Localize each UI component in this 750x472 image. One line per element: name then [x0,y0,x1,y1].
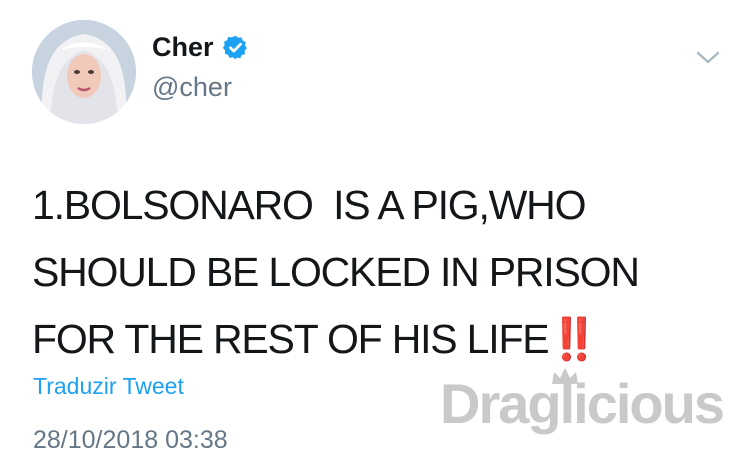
user-handle[interactable]: @cher [152,74,232,101]
translate-tweet-link[interactable]: Traduzir Tweet [33,375,184,398]
avatar[interactable] [32,20,136,124]
author-name-row[interactable]: Cher [152,34,249,61]
tweet-text: 1.BOLSONARO IS A PIG,WHO SHOULD BE LOCKE… [32,172,722,373]
display-name[interactable]: Cher [152,34,214,61]
watermark-logo: Draglicious [440,368,725,435]
chevron-down-icon[interactable] [695,44,721,70]
watermark-text: Draglicious [440,372,725,435]
avatar-image [32,20,136,124]
crown-icon [552,368,578,384]
double-exclamation-emoji: ‼️ [548,316,600,362]
tweet-timestamp[interactable]: 28/10/2018 03:38 [33,428,228,453]
verified-badge-icon [222,35,247,60]
